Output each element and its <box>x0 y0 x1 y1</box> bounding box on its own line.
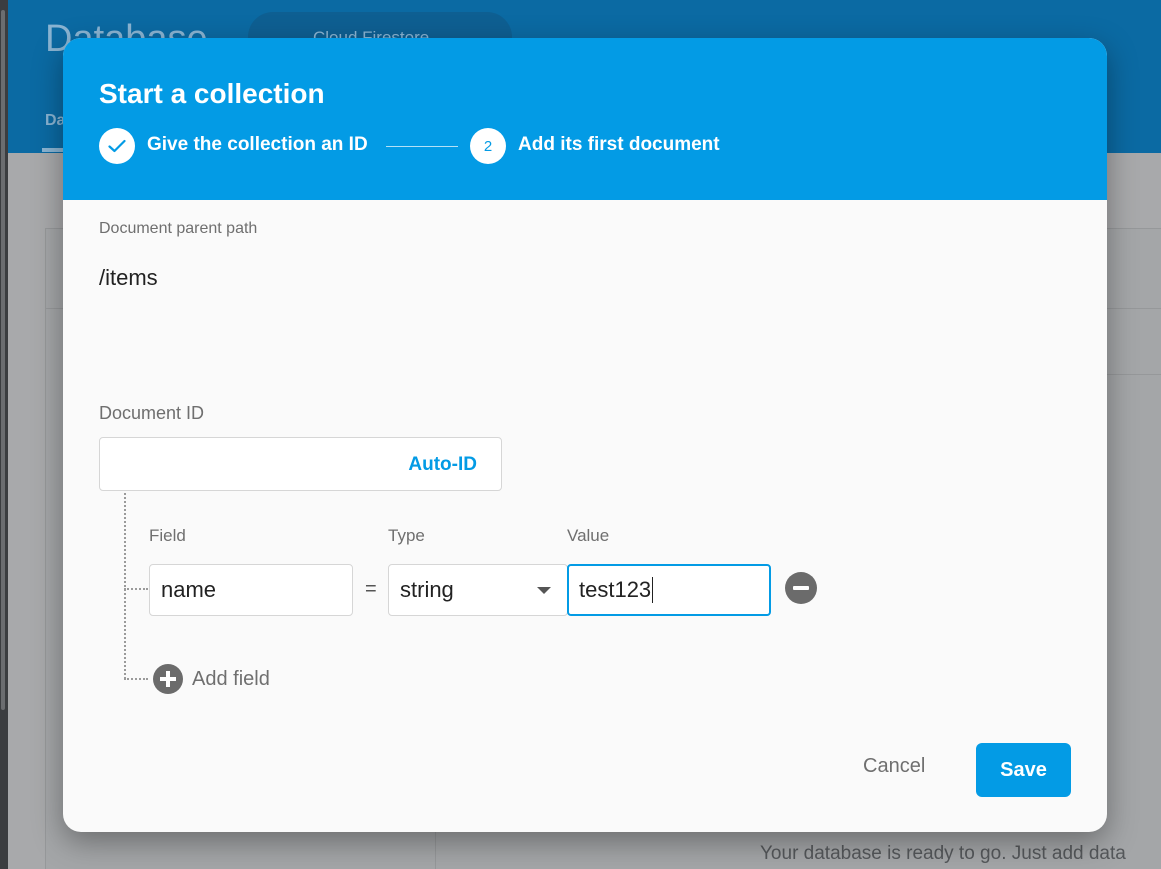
step-2-number: 2 <box>470 128 506 164</box>
type-column-label: Type <box>388 526 425 545</box>
field-column-label: Field <box>149 526 186 545</box>
remove-field-button[interactable] <box>785 572 817 604</box>
ready-message: Your database is ready to go. Just add d… <box>760 843 1126 864</box>
parent-path-value: /items <box>99 265 158 290</box>
parent-path-label: Document parent path <box>99 220 258 237</box>
type-select[interactable]: string <box>388 564 568 616</box>
value-column-label: Value <box>567 526 610 545</box>
step-connector <box>386 146 458 147</box>
document-id-input[interactable]: Auto-ID <box>99 437 502 491</box>
check-icon <box>108 139 126 153</box>
dropdown-arrow-icon <box>537 587 551 594</box>
start-collection-dialog: Start a collection Give the collection a… <box>63 38 1107 832</box>
tree-branch-line <box>124 588 148 590</box>
auto-id-button[interactable]: Auto-ID <box>408 454 477 476</box>
save-button[interactable]: Save <box>976 743 1071 797</box>
dialog-header: Start a collection Give the collection a… <box>63 38 1107 200</box>
type-select-value: string <box>400 577 454 602</box>
equals-sign: = <box>365 578 377 600</box>
tree-branch-line <box>124 678 148 680</box>
add-field-button[interactable]: Add field <box>153 664 270 694</box>
scroll-thumb <box>1 10 5 710</box>
field-value-text: test123 <box>579 577 652 602</box>
field-name-value: name <box>161 577 217 602</box>
left-scroll-strip <box>0 0 8 869</box>
minus-icon <box>793 586 809 590</box>
field-value-input[interactable]: test123 <box>567 564 771 616</box>
step-2-label: Add its first document <box>518 134 720 155</box>
plus-circle-icon <box>153 664 183 694</box>
text-cursor <box>652 577 654 603</box>
step-1-check-icon <box>99 128 135 164</box>
document-id-label: Document ID <box>99 403 205 423</box>
step-1-label: Give the collection an ID <box>147 134 368 155</box>
add-field-label: Add field <box>192 667 270 690</box>
dialog-title: Start a collection <box>99 78 325 109</box>
tree-connector-line <box>124 493 126 679</box>
field-name-input[interactable]: name <box>149 564 353 616</box>
cancel-button[interactable]: Cancel <box>863 755 925 778</box>
